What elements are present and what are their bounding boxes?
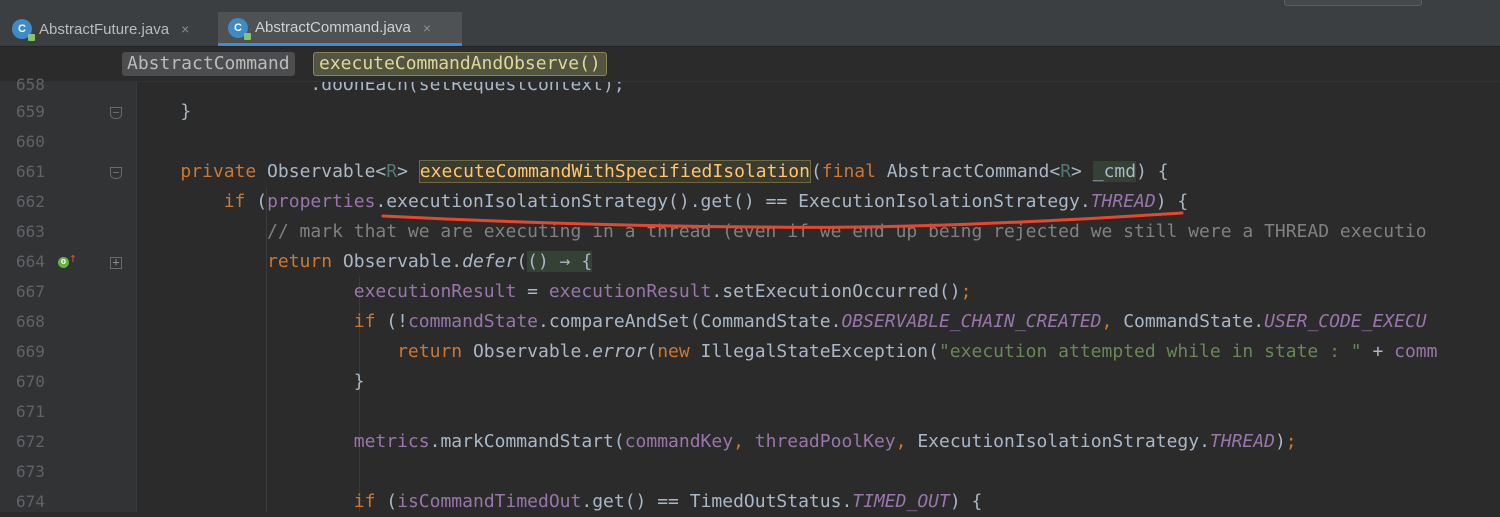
code-line-672: metrics.markCommandStart(commandKey, thr… [353,431,1297,452]
code-line-669: return Observable.error(new IllegalState… [397,341,1438,362]
code-line-661: private Observable<R> executeCommandWith… [180,160,1169,183]
line-number: 672 [16,432,45,451]
fold-start-icon[interactable]: – [110,167,122,179]
code-line-662: if (properties.executionIsolationStrateg… [223,191,1189,212]
fold-end-icon[interactable]: – [110,107,122,119]
code-line-663: // mark that we are executing in a threa… [137,221,1427,242]
code-line-667: executionResult = executionResult.setExe… [353,281,972,302]
class-file-icon: C [228,17,251,40]
line-number: 664 [16,252,45,271]
line-number: 660 [16,132,45,151]
tab-abstract-future[interactable]: C AbstractFuture.java × [12,12,212,46]
code-line-658: .doOnEach(setRequestContext); [137,82,625,95]
line-number: 659 [16,102,45,121]
tab-label: AbstractFuture.java [39,20,170,38]
override-method-icon[interactable]: o ↑ [58,251,77,271]
breadcrumb: AbstractCommand executeCommandAndObserve… [0,47,1500,82]
close-icon[interactable]: × [181,21,189,37]
code-line-659: } [137,101,192,122]
close-icon[interactable]: × [423,20,431,36]
line-number: 669 [16,342,45,361]
line-number: 668 [16,312,45,331]
breadcrumb-method[interactable]: executeCommandAndObserve() [313,52,607,76]
line-number: 670 [16,372,45,391]
line-number: 671 [16,402,45,421]
tab-label: AbstractCommand.java [255,19,411,36]
tab-abstract-command[interactable]: C AbstractCommand.java × [218,12,462,46]
fold-expand-icon[interactable]: + [110,256,122,269]
line-number: 661 [16,162,45,181]
line-number: 674 [16,492,45,511]
line-number: 662 [16,192,45,211]
breadcrumb-class[interactable]: AbstractCommand [122,52,295,76]
code-line-670: } [137,371,365,392]
line-number: 673 [16,462,45,481]
line-number: 667 [16,282,45,301]
code-line-668: if (!commandState.compareAndSet(CommandS… [353,311,1427,332]
code-editor[interactable]: .doOnEach(setRequestContext); } private … [137,82,1500,512]
search-field-edge[interactable] [1284,0,1422,6]
code-line-664: return Observable.defer(() → { [267,251,593,272]
code-line-674: if (isCommandTimedOut.get() == TimedOutS… [353,491,983,512]
class-file-icon: C [12,19,35,41]
editor-tab-bar: C AbstractFuture.java × C AbstractComman… [0,0,1500,47]
line-number: 663 [16,222,45,241]
line-number: 658 [16,75,45,94]
